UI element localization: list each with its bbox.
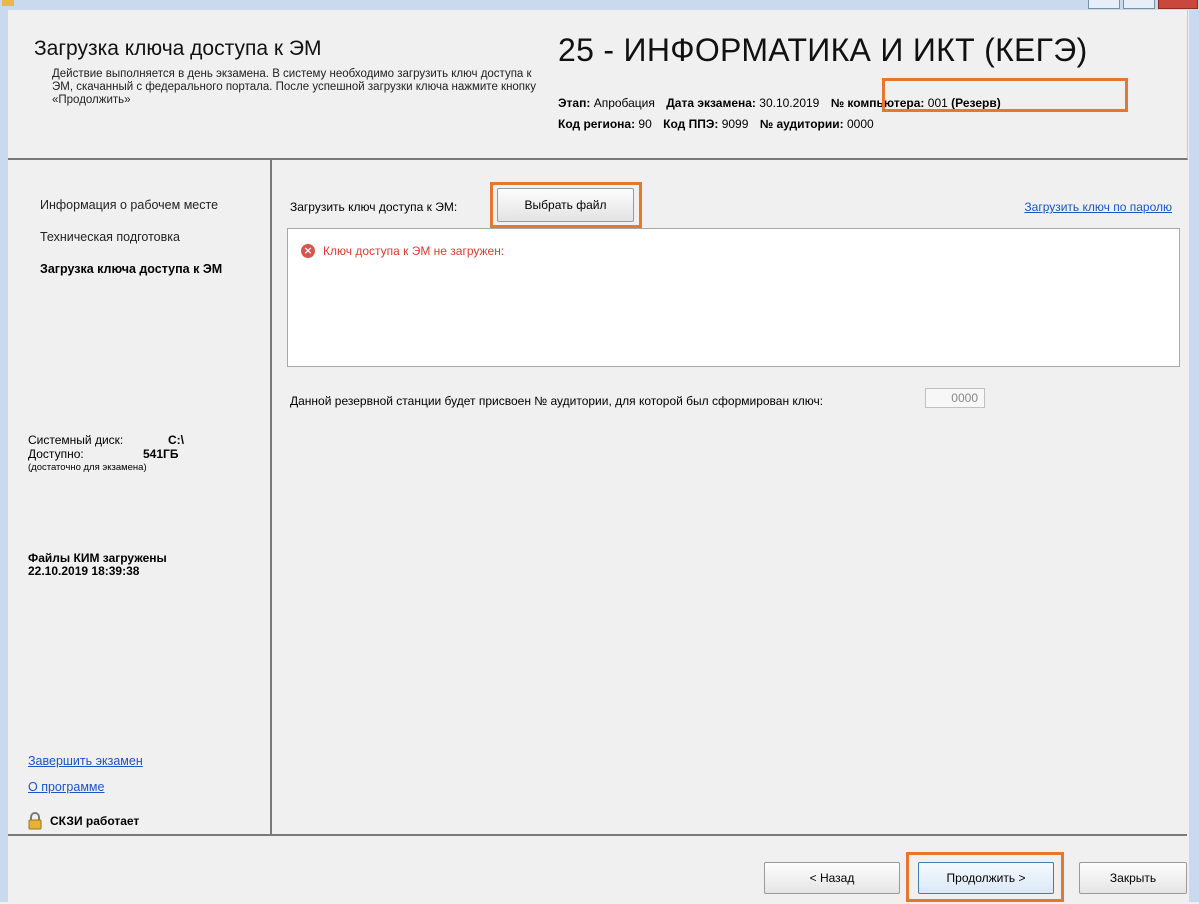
- key-status-box: × Ключ доступа к ЭМ не загружен:: [287, 228, 1180, 367]
- choose-file-highlight: [490, 182, 642, 228]
- region-label: Код региона:: [558, 117, 636, 131]
- auditorium-number-field: 0000: [925, 388, 985, 408]
- window-frame-left: [0, 10, 8, 902]
- back-button[interactable]: < Назад: [764, 862, 900, 894]
- key-error-message: Ключ доступа к ЭМ не загружен:: [323, 244, 505, 258]
- system-disk-info: Системный диск: C:\ Доступно: 541ГБ (дос…: [28, 433, 228, 473]
- skzi-status: СКЗИ работает: [28, 812, 139, 830]
- sidebar-item-key-upload[interactable]: Загрузка ключа доступа к ЭМ: [40, 262, 222, 276]
- sidebar: Информация о рабочем месте Техническая п…: [8, 160, 272, 834]
- page-description: Действие выполняется в день экзамена. В …: [52, 68, 536, 106]
- available-line: Доступно: 541ГБ: [28, 447, 228, 461]
- page-title: Загрузка ключа доступа к ЭМ: [34, 37, 322, 60]
- window-frame-right: [1189, 10, 1199, 902]
- sidebar-item-workplace-info[interactable]: Информация о рабочем месте: [40, 198, 218, 212]
- error-icon: ×: [301, 244, 315, 258]
- upload-key-label: Загрузить ключ доступа к ЭМ:: [290, 200, 458, 214]
- auditorium-value: 0000: [846, 117, 874, 131]
- date-value: 30.10.2019: [759, 96, 820, 110]
- ppe-value: 9099: [721, 117, 749, 131]
- main-panel: Загрузить ключ доступа к ЭМ: Выбрать фай…: [272, 160, 1187, 834]
- footer: < Назад Продолжить > Закрыть: [8, 834, 1187, 904]
- system-disk-label: Системный диск:: [28, 433, 124, 447]
- exam-title: 25 - ИНФОРМАТИКА И ИКТ (КЕГЭ): [558, 32, 1088, 68]
- minimize-button[interactable]: [1088, 0, 1120, 9]
- load-key-by-password-link[interactable]: Загрузить ключ по паролю: [1024, 200, 1172, 214]
- stage-label: Этап:: [558, 96, 591, 110]
- maximize-button[interactable]: [1123, 0, 1155, 9]
- reserve-station-text: Данной резервной станции будет присвоен …: [290, 394, 824, 408]
- system-disk-line: Системный диск: C:\: [28, 433, 228, 447]
- region-value: 90: [638, 117, 652, 131]
- lock-icon: [28, 812, 42, 830]
- about-link[interactable]: О программе: [28, 780, 104, 794]
- continue-highlight: [906, 852, 1064, 902]
- stage-value: Апробация: [593, 96, 655, 110]
- header: Загрузка ключа доступа к ЭМ Действие вып…: [8, 10, 1188, 160]
- app-icon: [2, 0, 14, 6]
- kim-status-timestamp: 22.10.2019 18:39:38: [28, 564, 140, 578]
- finish-exam-link[interactable]: Завершить экзамен: [28, 754, 143, 768]
- kim-files-status: Файлы КИМ загружены 22.10.2019 18:39:38: [28, 552, 167, 578]
- date-label: Дата экзамена:: [666, 96, 756, 110]
- computer-number-highlight: [882, 78, 1128, 112]
- close-button[interactable]: Закрыть: [1079, 862, 1187, 894]
- system-disk-value: C:\: [168, 433, 184, 447]
- ppe-label: Код ППЭ:: [663, 117, 719, 131]
- sidebar-item-tech-prep[interactable]: Техническая подготовка: [40, 230, 180, 244]
- available-label: Доступно:: [28, 447, 84, 461]
- window-titlebar: [0, 0, 1199, 10]
- auditorium-label: № аудитории:: [759, 117, 844, 131]
- skzi-status-label: СКЗИ работает: [50, 814, 140, 828]
- available-note: (достаточно для экзамена): [28, 462, 147, 473]
- app-window: Загрузка ключа доступа к ЭМ Действие вып…: [8, 10, 1189, 904]
- exam-meta-row-2: Код региона: 90 Код ППЭ: 9099 № аудитори…: [558, 117, 874, 131]
- window-close-button[interactable]: [1158, 0, 1198, 9]
- available-value: 541ГБ: [143, 447, 179, 461]
